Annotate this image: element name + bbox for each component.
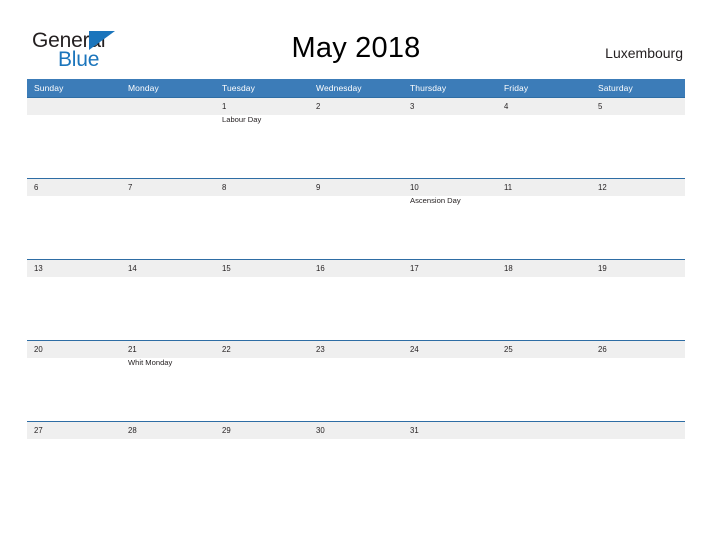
day-number: 27: [34, 426, 43, 435]
weekday-header-tuesday: Tuesday: [222, 83, 255, 93]
day-cell[interactable]: 23: [309, 341, 403, 420]
day-cell[interactable]: 29: [215, 422, 309, 501]
day-cell[interactable]: 14: [121, 260, 215, 339]
day-number: 1: [222, 102, 227, 111]
day-cell[interactable]: 4: [497, 98, 591, 177]
day-number: 29: [222, 426, 231, 435]
day-number: 26: [598, 345, 607, 354]
day-cell[interactable]: 13: [27, 260, 121, 339]
day-number: 25: [504, 345, 513, 354]
weekday-header-friday: Friday: [504, 83, 529, 93]
day-cell[interactable]: 15: [215, 260, 309, 339]
day-cell[interactable]: 18: [497, 260, 591, 339]
day-number: 13: [34, 264, 43, 273]
day-event: Ascension Day: [410, 196, 461, 205]
day-cell[interactable]: 1 Labour Day: [215, 98, 309, 177]
day-number: 9: [316, 183, 321, 192]
day-number: 7: [128, 183, 133, 192]
day-number: 4: [504, 102, 509, 111]
day-number: 12: [598, 183, 607, 192]
day-cell[interactable]: 8: [215, 179, 309, 258]
day-cell[interactable]: 6: [27, 179, 121, 258]
day-cell[interactable]: [121, 98, 215, 177]
day-number: 23: [316, 345, 325, 354]
day-number: 20: [34, 345, 43, 354]
day-number: 6: [34, 183, 39, 192]
day-cell[interactable]: 11: [497, 179, 591, 258]
day-cell[interactable]: 10 Ascension Day: [403, 179, 497, 258]
day-cell[interactable]: 28: [121, 422, 215, 501]
day-number: 18: [504, 264, 513, 273]
day-cell[interactable]: [591, 422, 685, 501]
day-number: 22: [222, 345, 231, 354]
day-cell[interactable]: 22: [215, 341, 309, 420]
day-cell[interactable]: 31: [403, 422, 497, 501]
page-header: General Blue May 2018 Luxembourg: [0, 0, 712, 79]
week-row: 20 21 Whit Monday 22 23 24 25 26: [27, 340, 685, 421]
day-number: 3: [410, 102, 415, 111]
day-number: 30: [316, 426, 325, 435]
weekday-header-sunday: Sunday: [34, 83, 64, 93]
day-number: 31: [410, 426, 419, 435]
day-number: 11: [504, 183, 513, 192]
day-number: 24: [410, 345, 419, 354]
weekday-header-wednesday: Wednesday: [316, 83, 362, 93]
weekday-header-thursday: Thursday: [410, 83, 447, 93]
week-row: 6 7 8 9 10 Ascension Day 11 12: [27, 178, 685, 259]
day-number: 21: [128, 345, 137, 354]
day-number: 5: [598, 102, 603, 111]
day-cell[interactable]: 19: [591, 260, 685, 339]
day-cell[interactable]: 30: [309, 422, 403, 501]
day-number: 15: [222, 264, 231, 273]
day-number: 8: [222, 183, 227, 192]
day-number: 17: [410, 264, 419, 273]
day-cell[interactable]: 20: [27, 341, 121, 420]
day-cell[interactable]: [497, 422, 591, 501]
day-cell[interactable]: 3: [403, 98, 497, 177]
day-cell[interactable]: 27: [27, 422, 121, 501]
week-row: 13 14 15 16 17 18 19: [27, 259, 685, 340]
day-cell[interactable]: 17: [403, 260, 497, 339]
weekday-header-monday: Monday: [128, 83, 159, 93]
day-cell[interactable]: 24: [403, 341, 497, 420]
day-cell[interactable]: 12: [591, 179, 685, 258]
day-event: Whit Monday: [128, 358, 173, 367]
calendar-page: General Blue May 2018 Luxembourg Sunday …: [0, 0, 712, 550]
day-number: 10: [410, 183, 419, 192]
day-number: 16: [316, 264, 325, 273]
day-number: 28: [128, 426, 137, 435]
day-number: 14: [128, 264, 137, 273]
day-cell[interactable]: 5: [591, 98, 685, 177]
weekday-header-saturday: Saturday: [598, 83, 633, 93]
day-cell[interactable]: 7: [121, 179, 215, 258]
day-number: 19: [598, 264, 607, 273]
country-label: Luxembourg: [605, 45, 683, 61]
day-cell[interactable]: 25: [497, 341, 591, 420]
day-cell[interactable]: 2: [309, 98, 403, 177]
day-number: 2: [316, 102, 321, 111]
day-cell[interactable]: 26: [591, 341, 685, 420]
day-event: Labour Day: [222, 115, 262, 124]
day-cell[interactable]: 21 Whit Monday: [121, 341, 215, 420]
calendar-grid: Sunday Monday Tuesday Wednesday Thursday…: [27, 79, 685, 502]
day-cell[interactable]: 16: [309, 260, 403, 339]
week-row: 27 28 29 30 31: [27, 421, 685, 502]
week-row: 1 Labour Day 2 3 4 5: [27, 97, 685, 178]
day-cell[interactable]: [27, 98, 121, 177]
day-cell[interactable]: 9: [309, 179, 403, 258]
weekday-header-row: Sunday Monday Tuesday Wednesday Thursday…: [27, 79, 685, 97]
